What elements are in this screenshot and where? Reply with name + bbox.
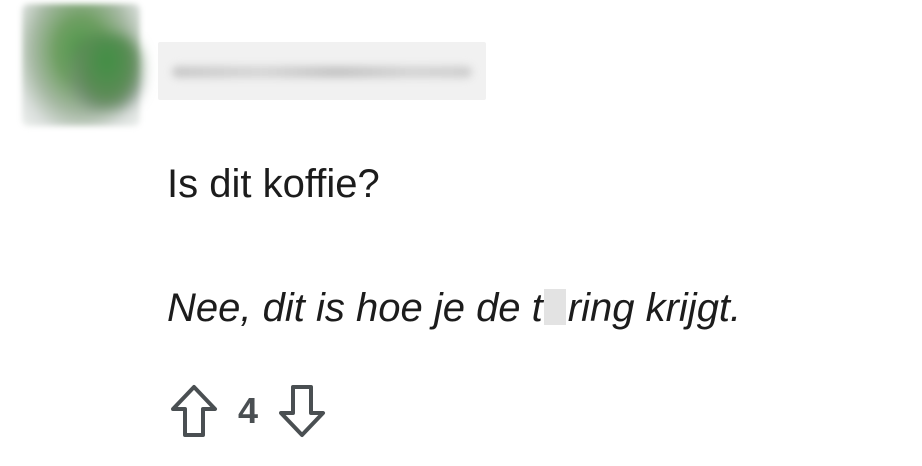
- censor-block: [543, 289, 566, 325]
- comment-text-line2-end: ring krijgt.: [567, 286, 742, 330]
- vote-row: 4: [168, 382, 328, 440]
- comment-text-line2-start: Nee, dit is hoe je de t: [167, 286, 543, 330]
- username-blur: [172, 66, 472, 78]
- vote-count: 4: [237, 390, 259, 431]
- arrow-down-outline-icon: [279, 385, 325, 437]
- downvote-button[interactable]: [276, 382, 328, 440]
- username-redacted[interactable]: [158, 42, 486, 100]
- comment-text-line1: Is dit koffie?: [167, 162, 380, 206]
- comment: Is dit koffie? Nee, dit is hoe je de t ri…: [0, 0, 922, 466]
- upvote-button[interactable]: [168, 382, 220, 440]
- arrow-up-outline-icon: [171, 385, 217, 437]
- avatar[interactable]: [22, 4, 142, 126]
- avatar-image: [72, 34, 142, 110]
- comment-text-line2: Nee, dit is hoe je de t ring krijgt.: [167, 284, 741, 332]
